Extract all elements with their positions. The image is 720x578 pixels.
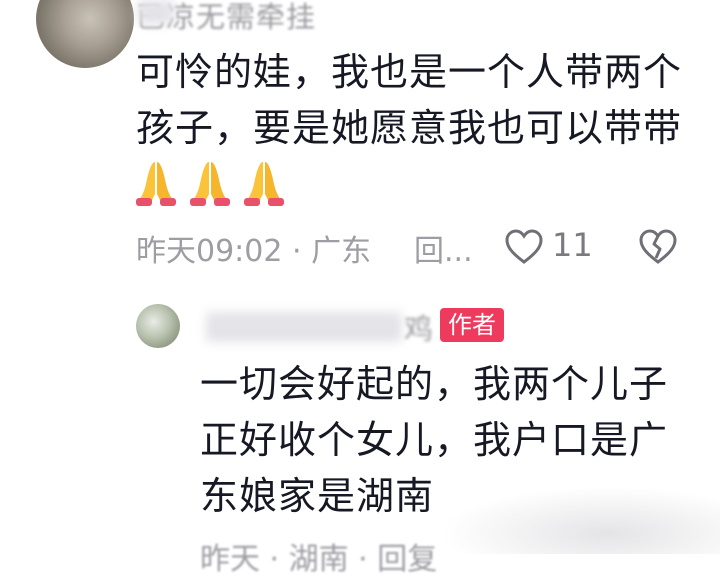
author-username[interactable]: 鸡 xyxy=(404,306,434,348)
reply-meta: 昨天 · 湖南 · 回复 xyxy=(200,542,438,577)
commenter-avatar[interactable] xyxy=(36,0,134,68)
reply-button[interactable]: 回... xyxy=(414,226,473,270)
pray-icon xyxy=(190,162,230,206)
username-blur-mask xyxy=(138,0,174,24)
author-avatar[interactable] xyxy=(136,304,180,348)
comment-meta: 昨天09:02 · 广东 xyxy=(136,234,372,269)
username-blur-mask xyxy=(206,312,402,342)
pray-icon xyxy=(244,162,284,206)
watermark-blur xyxy=(440,486,720,554)
broken-heart-icon[interactable] xyxy=(638,228,678,266)
like-count: 11 xyxy=(552,226,593,264)
pray-icon xyxy=(136,162,176,206)
heart-icon[interactable] xyxy=(504,228,544,266)
emoji-row xyxy=(134,158,286,208)
comment-text: 可怜的娃，我也是一个人带两个孩子，要是她愿意我也可以带带 xyxy=(136,50,683,150)
author-badge: 作者 xyxy=(440,308,504,342)
